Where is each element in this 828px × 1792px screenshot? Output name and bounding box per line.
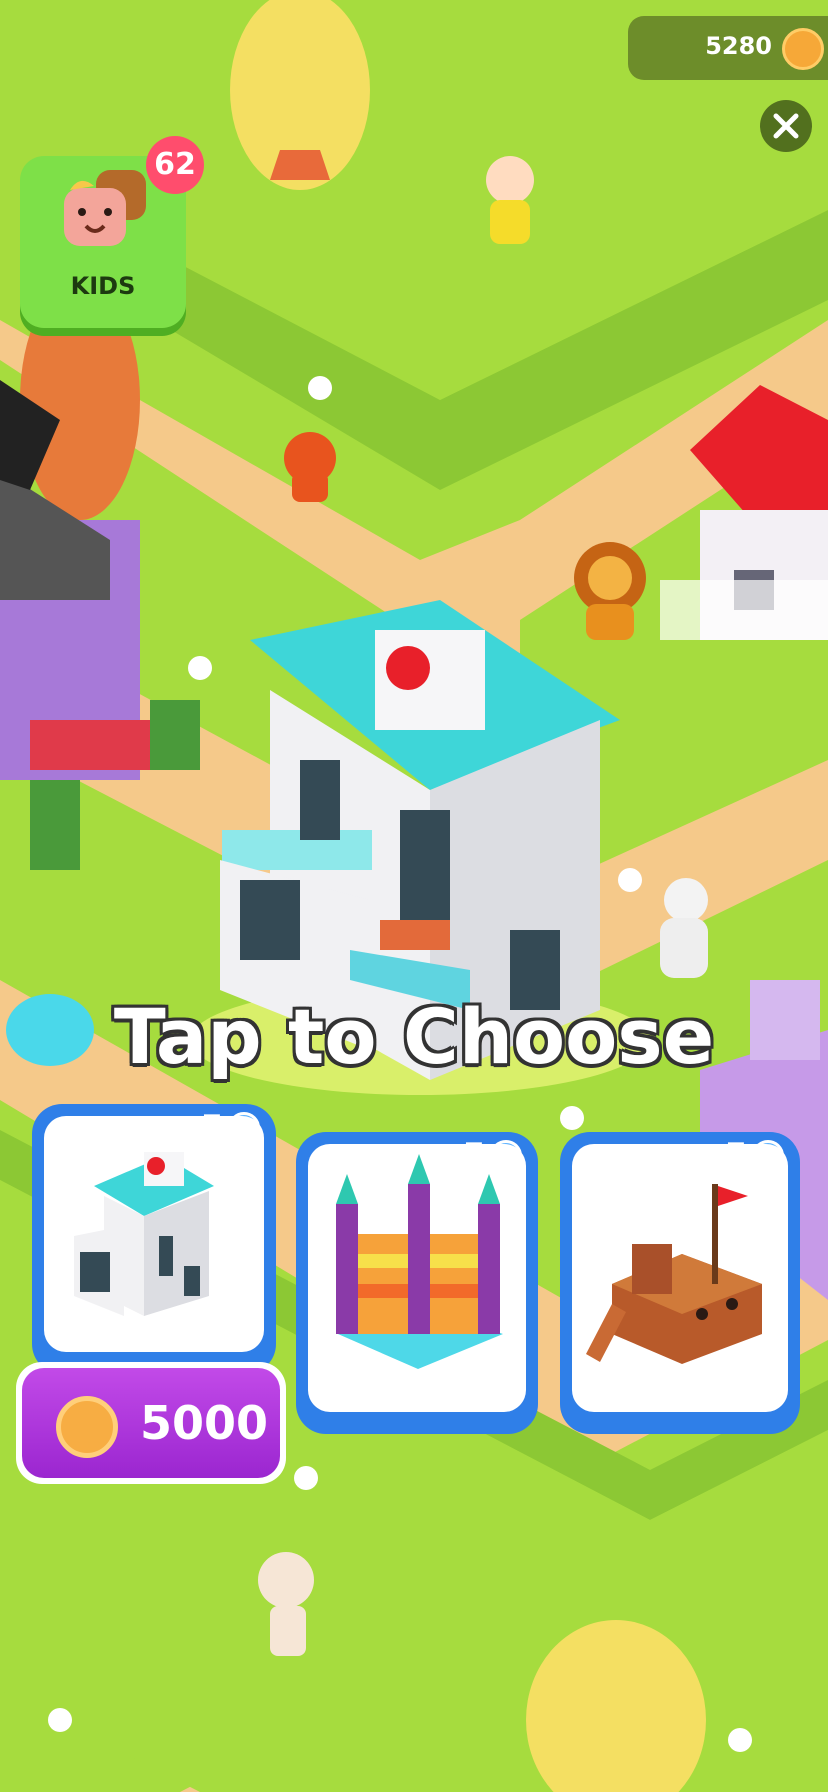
close-icon [773,113,799,139]
pirate-ship-icon [586,1184,762,1364]
card-preview [308,1144,526,1412]
kids-label: KIDS [70,272,136,300]
buy-button-face: 5000 [22,1368,280,1478]
bounce-castle-icon [336,1154,503,1369]
coin-icon [56,1396,118,1458]
kids-count-badge: 62 [146,136,204,194]
buy-price: 5000 [140,1396,269,1450]
character-white-cat [660,878,708,978]
building-card-bounce-castle[interactable]: 5 [296,1132,538,1434]
coin-icon [782,28,824,70]
coin-counter: 5280 [628,16,828,80]
hospital-icon [74,1152,214,1316]
tap-to-choose-prompt: Tap to Choose [113,992,715,1081]
buy-button[interactable]: 5000 [16,1362,286,1484]
close-button[interactable] [760,100,812,152]
card-preview [44,1116,264,1352]
coin-amount: 5280 [705,32,772,60]
building-card-hospital[interactable]: 5 [32,1104,276,1374]
building-card-pirate-ship[interactable]: 5 [560,1132,800,1434]
card-preview [572,1144,788,1412]
